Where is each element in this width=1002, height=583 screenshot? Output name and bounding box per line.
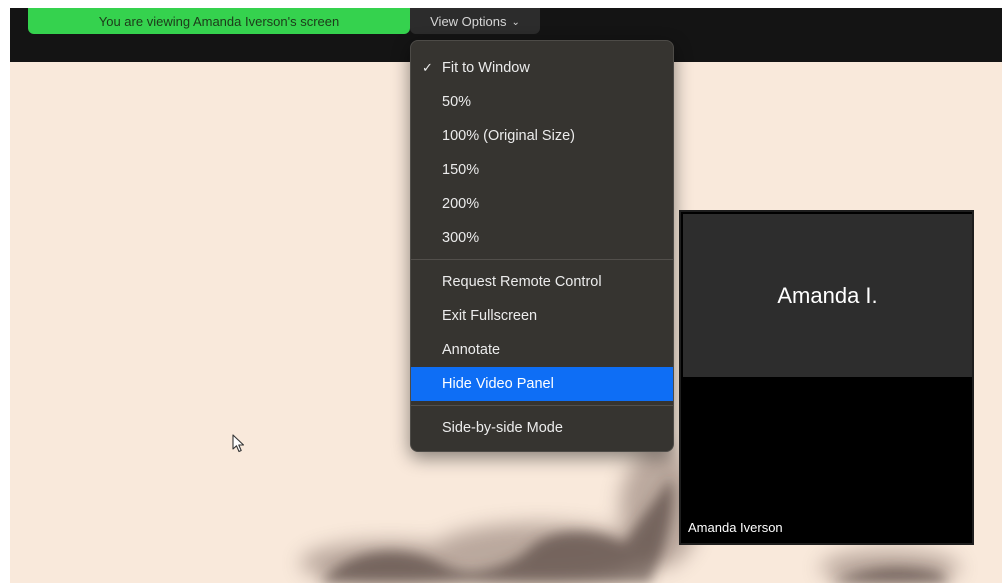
menu-item-label: Side-by-side Mode	[442, 420, 563, 436]
video-panel[interactable]: Amanda I. Amanda Iverson	[679, 210, 974, 545]
menu-item-exit-fullscreen[interactable]: Exit Fullscreen	[411, 299, 673, 333]
menu-item-hide-video-panel[interactable]: Hide Video Panel	[411, 367, 673, 401]
view-options-menu: ✓ Fit to Window 50% 100% (Original Size)…	[410, 40, 674, 452]
menu-item-label: 100% (Original Size)	[442, 128, 575, 144]
menu-item-label: 50%	[442, 94, 472, 110]
participant-name-label: Amanda Iverson	[688, 520, 783, 535]
menu-item-label: Fit to Window	[442, 60, 530, 76]
view-options-button[interactable]: View Options ⌄	[410, 8, 540, 34]
menu-item-zoom-50[interactable]: 50%	[411, 85, 673, 119]
menu-item-fit-to-window[interactable]: ✓ Fit to Window	[411, 51, 673, 85]
menu-item-zoom-150[interactable]: 150%	[411, 153, 673, 187]
menu-item-label: Request Remote Control	[442, 274, 602, 290]
participant-display-name: Amanda I.	[683, 214, 972, 377]
chevron-down-icon: ⌄	[511, 16, 520, 28]
menu-item-label: 200%	[442, 196, 480, 212]
menu-item-request-remote-control[interactable]: Request Remote Control	[411, 265, 673, 299]
menu-divider	[411, 405, 673, 406]
menu-item-label: Exit Fullscreen	[442, 308, 538, 324]
menu-item-zoom-200[interactable]: 200%	[411, 187, 673, 221]
checkmark-icon: ✓	[422, 60, 433, 75]
menu-item-label: Annotate	[442, 342, 501, 358]
menu-item-zoom-300[interactable]: 300%	[411, 221, 673, 255]
screen-share-banner: You are viewing Amanda Iverson's screen	[28, 8, 410, 34]
view-options-label: View Options	[430, 13, 507, 29]
menu-item-label: Hide Video Panel	[442, 376, 554, 392]
menu-item-annotate[interactable]: Annotate	[411, 333, 673, 367]
menu-item-label: 300%	[442, 230, 480, 246]
menu-item-label: 150%	[442, 162, 480, 178]
menu-item-side-by-side-mode[interactable]: Side-by-side Mode	[411, 411, 673, 445]
menu-item-zoom-100[interactable]: 100% (Original Size)	[411, 119, 673, 153]
menu-divider	[411, 259, 673, 260]
mouse-pointer-icon	[232, 434, 245, 453]
